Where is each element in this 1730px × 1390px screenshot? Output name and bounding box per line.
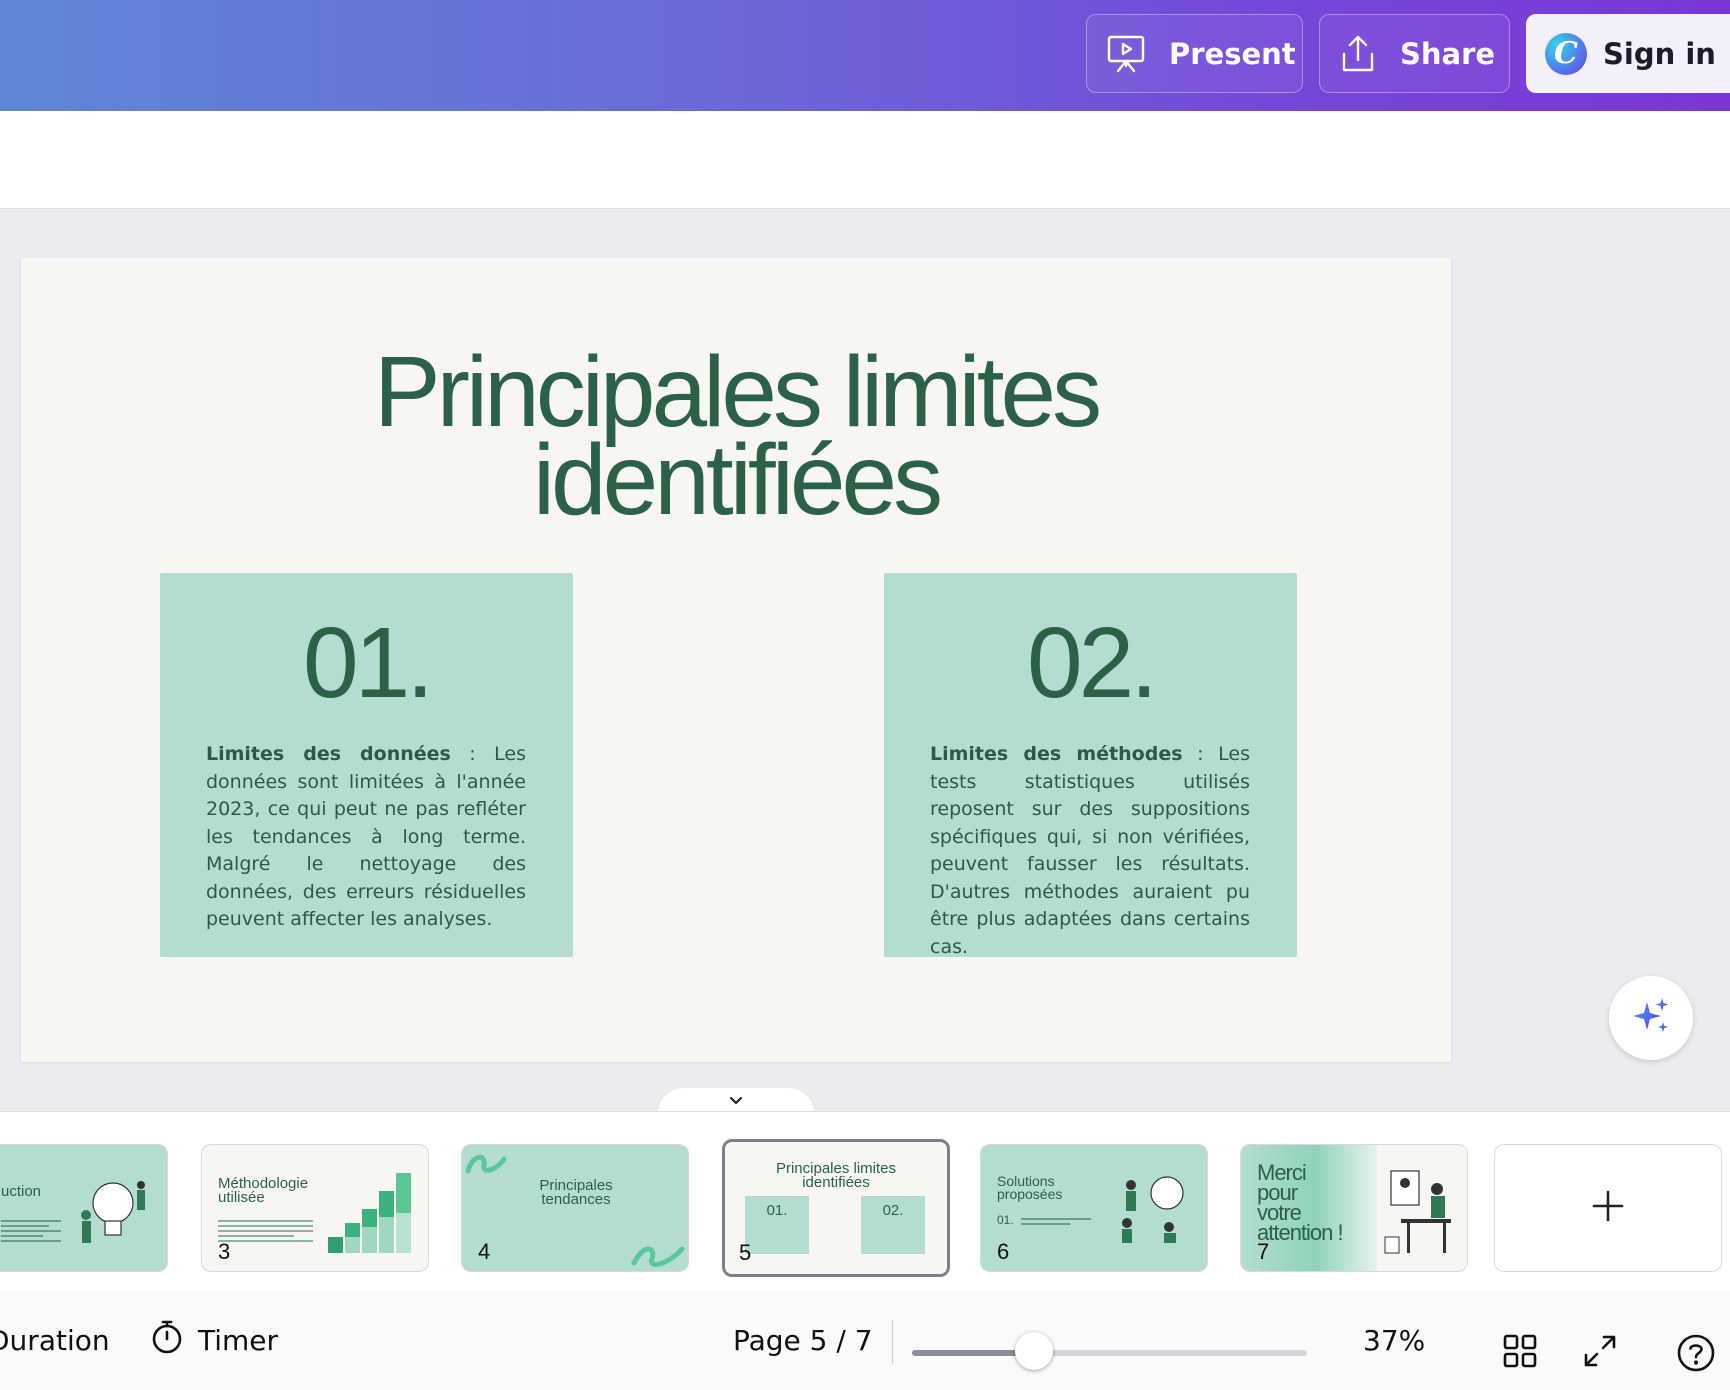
thumb-item-number: 01. [997,1213,1014,1227]
thumb-card-1: 01. [745,1196,809,1254]
card-description: Limites des données : Les données sont l… [206,741,526,934]
top-header-bar: Present Share C Sign in [0,0,1730,111]
bottom-status-bar: Duration Timer Page 5 / 7 37% [0,1290,1730,1390]
squiggle-decoration [465,1154,507,1174]
timer-label: Timer [198,1323,279,1357]
page-thumbnail-3[interactable]: Méthodologie utilisée 3 [201,1144,429,1272]
card-heading: Limites des données [206,743,451,765]
card-number: 01. [302,607,434,719]
upload-share-icon [1338,34,1378,74]
page-number: 3 [218,1239,231,1264]
thumb-title-line2: identifiées [802,1174,870,1191]
thumb-title: Merci pour votre attention ! [1257,1162,1344,1245]
squiggle-decoration [631,1246,685,1267]
card-number: 02. [1026,607,1158,719]
thumb-title: Solutions proposées [997,1174,1063,1202]
sign-in-button[interactable]: C Sign in [1526,14,1730,93]
presentation-screen-icon [1105,33,1147,75]
timer-button[interactable]: Timer [150,1290,278,1390]
thumb-card-2: 02. [861,1196,925,1254]
thumb-card-number: 02. [882,1202,904,1219]
page-number: 7 [1257,1239,1270,1264]
thumb-title-line2: proposées [997,1186,1063,1202]
page-thumbnail-6[interactable]: Solutions proposées 01. 6 [980,1144,1208,1272]
bar-graph-illustration [328,1173,411,1253]
page-indicator: Page 5 / 7 [733,1323,873,1357]
thumb-title: Principales tendances [462,1178,688,1208]
fullscreen-icon[interactable] [1582,1333,1618,1373]
plus-icon [1590,1188,1626,1228]
page-number: 6 [997,1239,1010,1264]
card-heading: Limites des méthodes [930,743,1183,765]
limit-card-1[interactable]: 01. Limites des données : Les données so… [160,573,573,957]
card-body: : Les tests statistiques utilisés repose… [930,743,1250,958]
slide-title[interactable]: Principales limites identifiées [21,336,1451,536]
card-description: Limites des méthodes : Les tests statist… [930,741,1250,961]
magic-assistant-button[interactable] [1606,973,1696,1063]
zoom-slider[interactable] [912,1332,1307,1370]
thumb-title-line4: attention ! [1257,1220,1344,1245]
page-thumbnail-2[interactable]: uction [0,1144,168,1272]
page-filmstrip: uction Méthodologie utilisée 3 Principal… [0,1111,1730,1291]
people-illustration [1122,1176,1184,1243]
canva-logo-icon: C [1545,32,1587,75]
thumb-title: uction [1,1183,42,1200]
help-icon[interactable] [1676,1333,1716,1377]
present-button[interactable]: Present [1086,14,1303,93]
thumb-card-number: 01. [766,1202,788,1219]
thumb-title-line2: utilisée [218,1189,265,1206]
divider [892,1320,893,1364]
share-button[interactable]: Share [1319,14,1510,93]
page-thumbnail-4[interactable]: Principales tendances 4 [461,1144,689,1272]
thumb-text-lines [1021,1215,1091,1228]
add-page-button[interactable] [1494,1144,1722,1272]
slide-title-line1: Principales limites [373,336,1102,448]
page-number: 4 [478,1239,491,1264]
thumb-text-lines [1,1217,61,1245]
desk-person-illustration [1384,1170,1451,1254]
limit-card-2[interactable]: 02. Limites des méthodes : Les tests sta… [884,573,1297,958]
grid-view-icon[interactable] [1502,1333,1538,1373]
duration-button[interactable]: Duration [0,1290,110,1390]
present-label: Present [1169,36,1296,71]
editor-toolbar [0,111,1730,209]
stopwatch-icon [150,1319,184,1362]
page-number: 5 [739,1240,752,1265]
thumb-text-lines [218,1217,313,1245]
thumb-title: Principales limites identifiées [725,1161,947,1191]
zoom-percentage[interactable]: 37% [1363,1290,1425,1390]
page-thumbnail-5-selected[interactable]: Principales limites identifiées 01. 02. … [722,1139,950,1277]
thumb-title: Méthodologie utilisée [218,1176,308,1206]
sparkle-icon [1629,994,1673,1042]
page-thumbnail-7[interactable]: Merci pour votre attention ! 7 [1240,1144,1468,1272]
chevron-down-icon [727,1092,745,1111]
share-label: Share [1400,36,1496,71]
sign-in-label: Sign in [1603,36,1716,71]
card-body: : Les données sont limitées à l'année 20… [206,743,526,930]
slide-title-line2: identifiées [532,424,943,536]
thumb-title-line2: tendances [541,1191,611,1208]
slide-canvas[interactable]: Principales limites identifiées 01. Limi… [21,258,1451,1062]
lightbulb-illustration [81,1181,145,1243]
